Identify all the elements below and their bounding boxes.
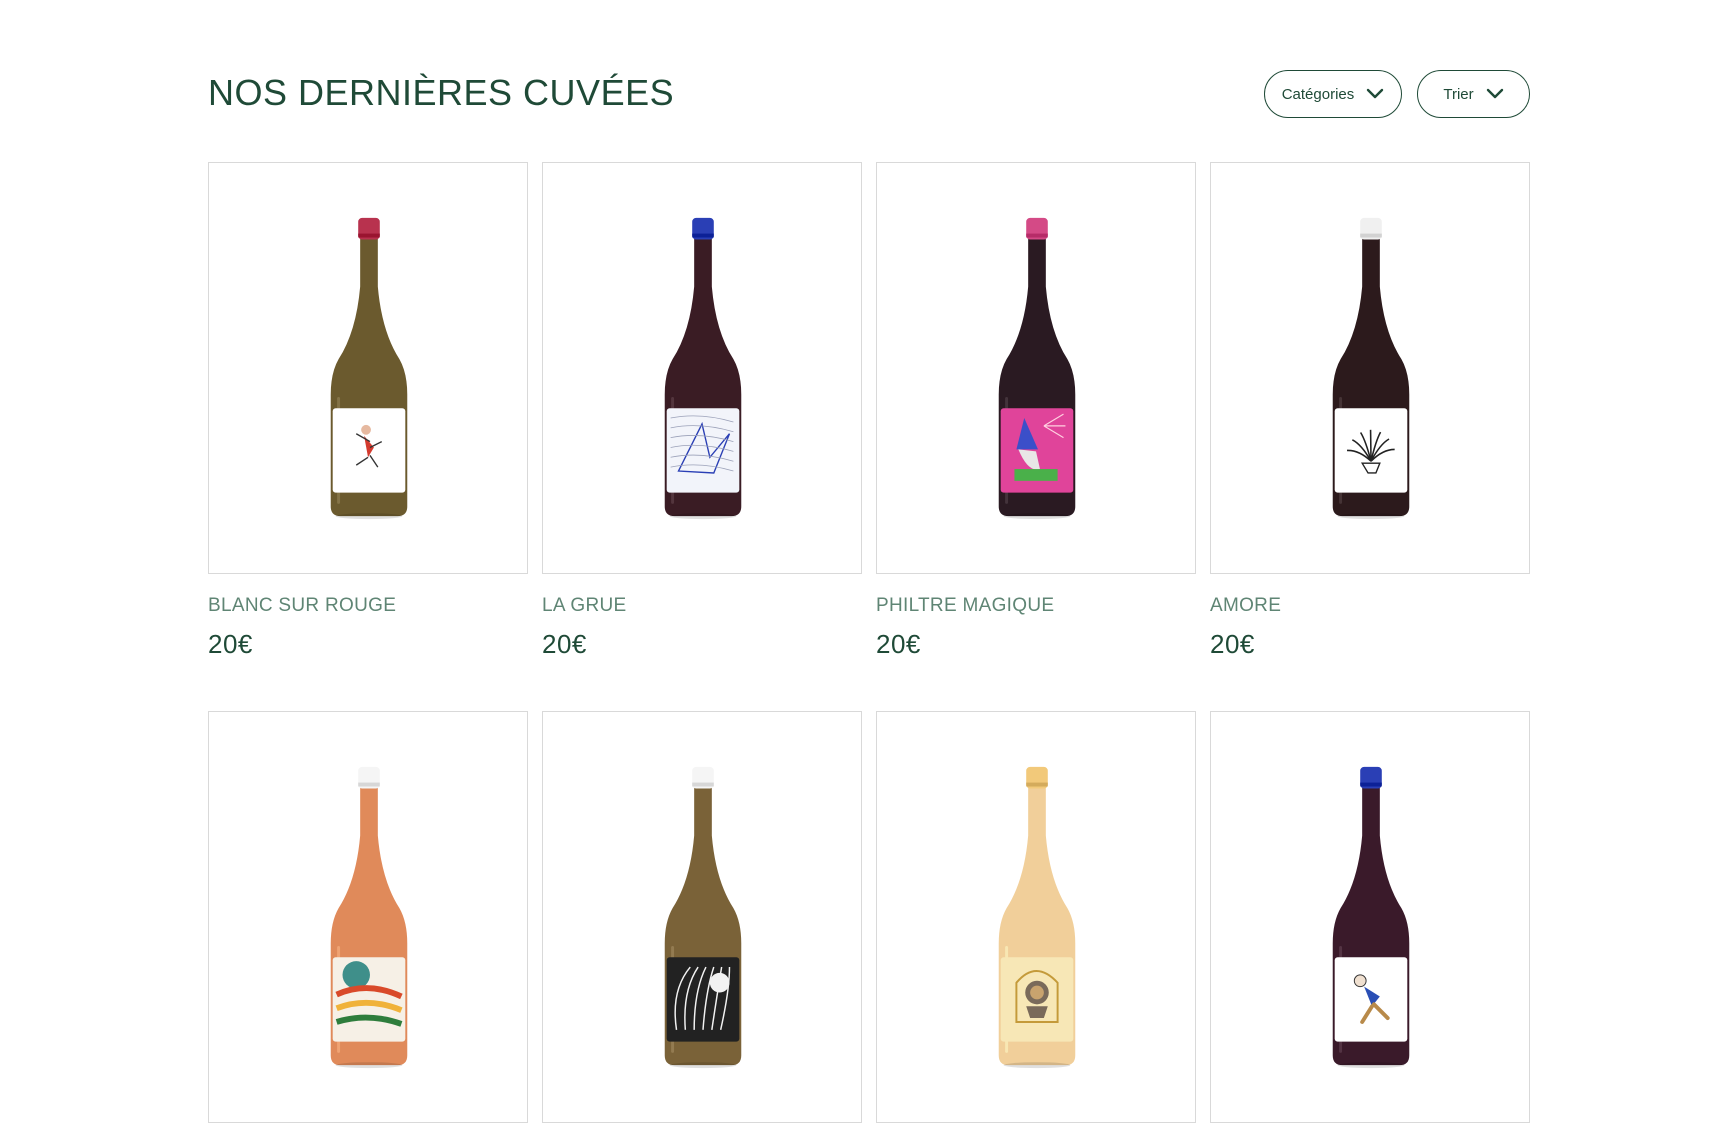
product-price: 20€ xyxy=(542,629,587,659)
product-image[interactable] xyxy=(208,711,528,1123)
wine-bottle-image xyxy=(664,217,742,520)
page-title: NOS DERNIÈRES CUVÉES xyxy=(208,72,675,113)
product-price: 20€ xyxy=(1210,629,1255,659)
product-card[interactable] xyxy=(208,711,528,1123)
chevron-down-icon xyxy=(1486,88,1503,99)
sort-label: Trier xyxy=(1443,85,1474,103)
product-card[interactable]: LA GRUE 20€ xyxy=(542,162,862,659)
product-card[interactable]: PHILTRE MAGIQUE 20€ xyxy=(876,162,1196,659)
sort-dropdown[interactable]: Trier xyxy=(1417,70,1530,118)
product-image[interactable] xyxy=(876,162,1196,574)
product-image[interactable] xyxy=(876,711,1196,1123)
chevron-down-icon xyxy=(1367,88,1384,99)
product-image[interactable] xyxy=(542,162,862,574)
wine-bottle-image xyxy=(1332,766,1410,1069)
filter-bar: Catégories Trier xyxy=(1264,70,1530,118)
product-name[interactable]: BLANC SUR ROUGE xyxy=(208,595,396,617)
section-header: NOS DERNIÈRES CUVÉES Catégories Trier xyxy=(208,68,1530,124)
categories-dropdown[interactable]: Catégories xyxy=(1264,70,1402,118)
product-card[interactable] xyxy=(542,711,862,1123)
product-image[interactable] xyxy=(208,162,528,574)
product-card[interactable]: BLANC SUR ROUGE 20€ xyxy=(208,162,528,659)
product-card[interactable] xyxy=(1210,711,1530,1123)
categories-label: Catégories xyxy=(1281,85,1355,103)
product-image[interactable] xyxy=(542,711,862,1123)
product-name[interactable]: PHILTRE MAGIQUE xyxy=(876,595,1054,617)
wine-bottle-image xyxy=(998,217,1076,520)
wine-bottle-image xyxy=(330,766,408,1069)
product-price: 20€ xyxy=(208,629,253,659)
product-name[interactable]: AMORE xyxy=(1210,595,1281,617)
wine-bottle-image xyxy=(330,217,408,520)
product-image[interactable] xyxy=(1210,711,1530,1123)
wine-bottle-image xyxy=(1332,217,1410,520)
product-price: 20€ xyxy=(876,629,921,659)
wine-bottle-image xyxy=(998,766,1076,1069)
product-name[interactable]: LA GRUE xyxy=(542,595,626,617)
wine-bottle-image xyxy=(664,766,742,1069)
product-card[interactable] xyxy=(876,711,1196,1123)
product-card[interactable]: AMORE 20€ xyxy=(1210,162,1530,659)
product-image[interactable] xyxy=(1210,162,1530,574)
